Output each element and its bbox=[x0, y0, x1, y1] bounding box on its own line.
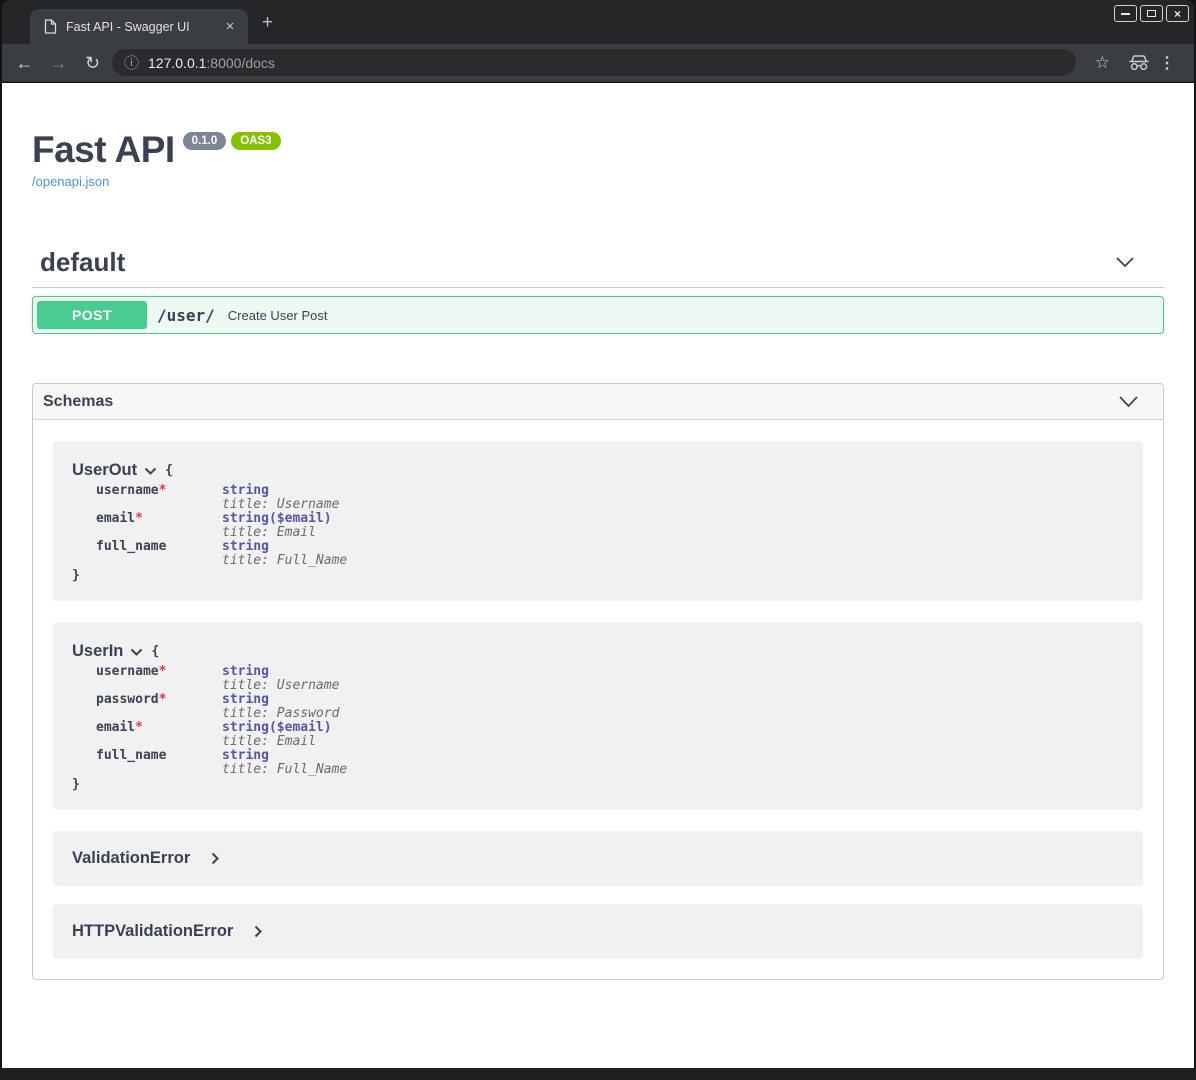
browser-tab[interactable]: Fast API - Swagger UI × bbox=[30, 9, 248, 44]
bookmark-star-icon[interactable]: ☆ bbox=[1095, 44, 1110, 82]
default-tag-title: default bbox=[40, 247, 125, 278]
property-row: full_name stringtitle: Full_Name bbox=[72, 540, 1123, 568]
api-title: Fast API bbox=[32, 129, 175, 170]
prop-title: title: Password bbox=[222, 706, 339, 721]
address-bar[interactable]: ⓘ 127.0.0.1:8000/docs bbox=[112, 49, 1076, 76]
prop-name: email bbox=[96, 511, 135, 526]
url-text: 127.0.0.1:8000/docs bbox=[148, 55, 275, 71]
window-maximize-button[interactable] bbox=[1140, 5, 1163, 22]
prop-title: title: Full_Name bbox=[222, 762, 347, 777]
brace-open: { bbox=[151, 644, 159, 659]
opblock-summary: Create User Post bbox=[228, 308, 328, 323]
site-info-icon[interactable]: ⓘ bbox=[124, 52, 139, 73]
opblock-path: /user/ bbox=[157, 306, 215, 325]
model-userout-name[interactable]: UserOut bbox=[72, 461, 137, 480]
prop-type: string bbox=[222, 748, 269, 763]
model-validationerror[interactable]: ValidationError bbox=[53, 831, 1143, 886]
brace-open: { bbox=[165, 463, 173, 478]
post-user-opblock[interactable]: POST /user/ Create User Post bbox=[32, 296, 1164, 334]
brace-close: } bbox=[72, 569, 1123, 583]
version-badge: 0.1.0 bbox=[183, 132, 227, 150]
model-userin: UserIn { username* stringtitle: Username… bbox=[53, 622, 1143, 810]
chevron-down-icon[interactable] bbox=[1115, 256, 1135, 268]
window-close-button[interactable]: × bbox=[1166, 5, 1189, 22]
window-bottom-frame bbox=[0, 1068, 1196, 1080]
document-icon bbox=[44, 19, 57, 34]
brace-close: } bbox=[72, 778, 1123, 792]
required-star: * bbox=[159, 664, 167, 679]
browser-titlebar: Fast API - Swagger UI × + × bbox=[2, 0, 1194, 44]
schemas-header[interactable]: Schemas bbox=[33, 384, 1163, 420]
chevron-down-icon[interactable] bbox=[144, 467, 157, 475]
prop-name: email bbox=[96, 720, 135, 735]
prop-name: password bbox=[96, 692, 159, 707]
swagger-page: Fast API 0.1.0OAS3 /openapi.json default … bbox=[2, 83, 1194, 1068]
schemas-section: Schemas UserOut { bbox=[32, 383, 1164, 980]
prop-type: string bbox=[222, 483, 269, 498]
browser-menu-icon[interactable]: ⋮ bbox=[1159, 44, 1175, 82]
model-userout: UserOut { username* stringtitle: Usernam… bbox=[53, 441, 1143, 601]
minimize-icon bbox=[1121, 13, 1130, 15]
tag-divider bbox=[32, 287, 1164, 288]
required-star: * bbox=[135, 720, 143, 735]
chevron-right-icon[interactable] bbox=[211, 852, 219, 865]
prop-name: username bbox=[96, 483, 159, 498]
url-path: :8000/docs bbox=[206, 55, 275, 71]
tab-title: Fast API - Swagger UI bbox=[66, 20, 222, 34]
prop-type: string bbox=[222, 539, 269, 554]
property-row: password* stringtitle: Password bbox=[72, 693, 1123, 721]
schemas-body: UserOut { username* stringtitle: Usernam… bbox=[33, 420, 1163, 979]
schemas-title: Schemas bbox=[43, 393, 113, 411]
window-controls: × bbox=[1114, 5, 1189, 22]
incognito-icon bbox=[1128, 44, 1150, 82]
prop-title: title: Email bbox=[222, 734, 316, 749]
post-method-badge: POST bbox=[37, 301, 147, 329]
url-host: 127.0.0.1 bbox=[148, 55, 206, 71]
prop-name: full_name bbox=[96, 748, 166, 763]
prop-title: title: Full_Name bbox=[222, 553, 347, 568]
model-userin-name[interactable]: UserIn bbox=[72, 642, 123, 661]
default-tag-header[interactable]: default bbox=[32, 246, 1164, 278]
default-tag-section: default POST /user/ Create User Post bbox=[32, 246, 1164, 334]
prop-type: string($email) bbox=[222, 720, 332, 735]
chevron-down-icon[interactable] bbox=[1118, 395, 1139, 408]
prop-type: string bbox=[222, 664, 269, 679]
openapi-json-link[interactable]: /openapi.json bbox=[32, 174, 1164, 189]
required-star: * bbox=[159, 483, 167, 498]
required-star: * bbox=[159, 692, 167, 707]
chevron-right-icon[interactable] bbox=[254, 925, 262, 938]
prop-title: title: Email bbox=[222, 525, 316, 540]
prop-type: string($email) bbox=[222, 511, 332, 526]
prop-title: title: Username bbox=[222, 678, 339, 693]
new-tab-icon[interactable]: + bbox=[262, 13, 273, 32]
prop-type: string bbox=[222, 692, 269, 707]
oas3-badge: OAS3 bbox=[231, 132, 280, 150]
model-httpvalidationerror-name: HTTPValidationError bbox=[72, 922, 233, 941]
required-star: * bbox=[135, 511, 143, 526]
tab-close-icon[interactable]: × bbox=[222, 19, 238, 34]
chevron-down-icon[interactable] bbox=[130, 648, 143, 656]
property-row: username* stringtitle: Username bbox=[72, 484, 1123, 512]
model-validationerror-name: ValidationError bbox=[72, 849, 190, 868]
reload-icon[interactable]: ↻ bbox=[82, 53, 103, 73]
prop-name: username bbox=[96, 664, 159, 679]
model-httpvalidationerror[interactable]: HTTPValidationError bbox=[53, 904, 1143, 959]
prop-title: title: Username bbox=[222, 497, 339, 512]
close-icon: × bbox=[1174, 8, 1181, 20]
prop-name: full_name bbox=[96, 539, 166, 554]
back-icon[interactable]: ← bbox=[14, 53, 35, 73]
forward-icon[interactable]: → bbox=[48, 53, 69, 73]
api-info: Fast API 0.1.0OAS3 /openapi.json bbox=[32, 129, 1164, 189]
browser-toolbar: ← → ↻ ⓘ 127.0.0.1:8000/docs ☆ ⋮ bbox=[2, 44, 1194, 82]
maximize-icon bbox=[1147, 10, 1156, 17]
property-row: full_name stringtitle: Full_Name bbox=[72, 749, 1123, 777]
property-row: username* stringtitle: Username bbox=[72, 665, 1123, 693]
window-minimize-button[interactable] bbox=[1114, 5, 1137, 22]
property-row: email* string($email)title: Email bbox=[72, 721, 1123, 749]
property-row: email* string($email)title: Email bbox=[72, 512, 1123, 540]
